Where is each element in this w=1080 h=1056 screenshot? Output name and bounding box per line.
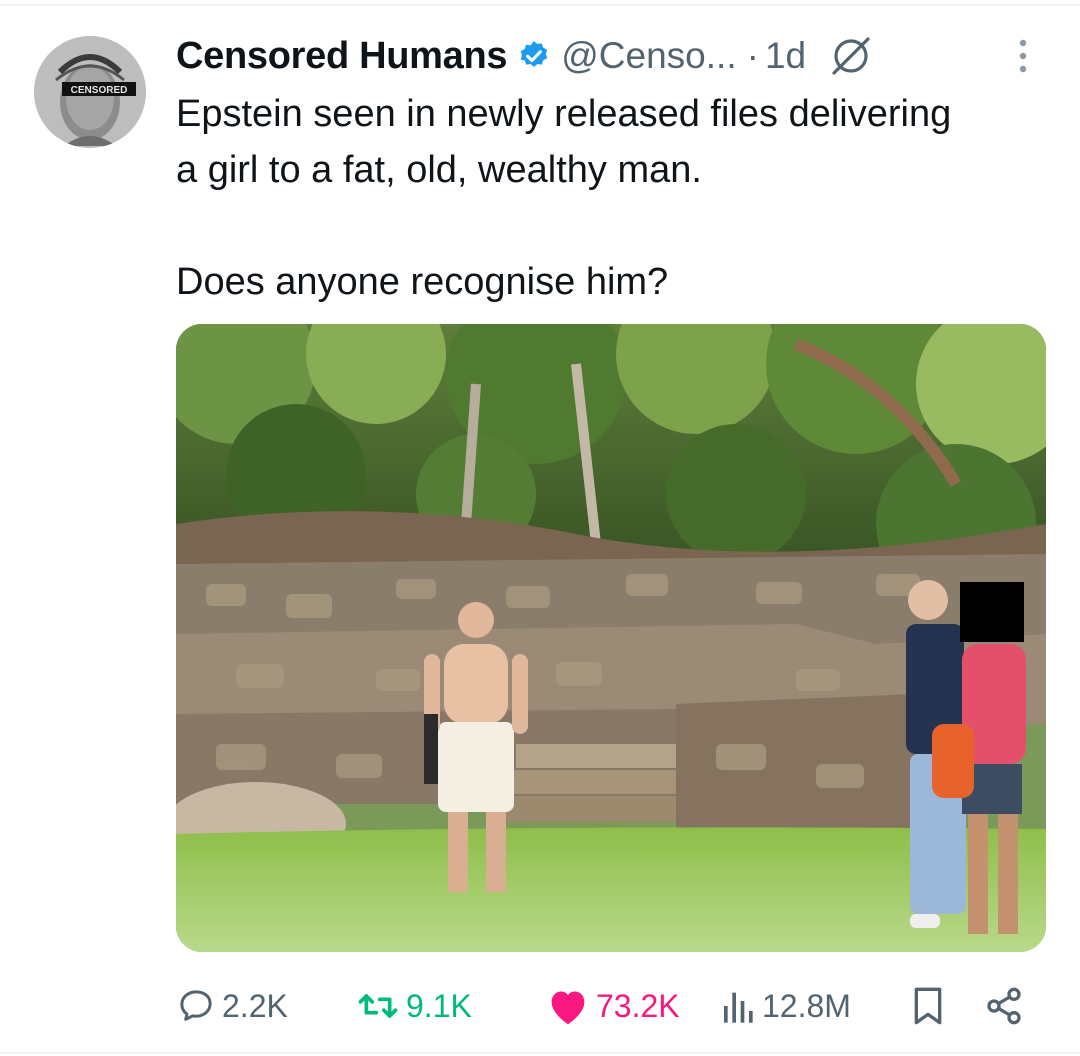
display-name[interactable]: Censored Humans <box>176 35 508 78</box>
timestamp[interactable]: 1d <box>765 35 806 77</box>
heart-icon <box>546 986 590 1026</box>
views-icon <box>722 986 756 1026</box>
divider <box>0 1052 1080 1054</box>
divider <box>0 4 1080 6</box>
tweet-text-line: a girl to a fat, old, wealthy man. <box>176 149 702 191</box>
more-vertical-icon[interactable] <box>1006 34 1040 78</box>
share-icon <box>984 986 1024 1026</box>
retweet-icon <box>356 986 400 1026</box>
reply-count: 2.2K <box>222 987 288 1024</box>
tweet-text-line: Does anyone recognise him? <box>176 261 669 303</box>
tweet[interactable]: CENSORED Censored Humans @Censo... · 1d <box>0 0 1080 1056</box>
bookmark-icon <box>910 986 946 1026</box>
author-handle[interactable]: @Censo... <box>561 35 736 77</box>
action-bar: 2.2K 9.1K 73.2K 12.8M <box>176 976 1046 1036</box>
retweet-button[interactable]: 9.1K <box>356 976 472 1036</box>
avatar[interactable]: CENSORED <box>34 36 146 148</box>
like-count: 73.2K <box>596 987 680 1024</box>
verified-badge-icon <box>517 39 551 73</box>
tweet-photo[interactable] <box>176 324 1046 952</box>
views-button[interactable]: 12.8M <box>722 976 851 1036</box>
retweet-count: 9.1K <box>406 987 472 1024</box>
share-button[interactable] <box>984 976 1024 1036</box>
grok-icon[interactable] <box>828 33 874 79</box>
separator-dot: · <box>746 35 759 76</box>
avatar-censored-text: CENSORED <box>71 85 128 96</box>
tweet-text: Epstein seen in newly released files del… <box>176 86 1056 310</box>
reply-button[interactable]: 2.2K <box>176 976 288 1036</box>
tweet-text-line: Epstein seen in newly released files del… <box>176 93 952 135</box>
tweet-header: Censored Humans @Censo... · 1d <box>176 28 874 84</box>
bookmark-button[interactable] <box>910 976 946 1036</box>
like-button[interactable]: 73.2K <box>546 976 680 1036</box>
views-count: 12.8M <box>762 987 851 1024</box>
reply-icon <box>176 986 216 1026</box>
